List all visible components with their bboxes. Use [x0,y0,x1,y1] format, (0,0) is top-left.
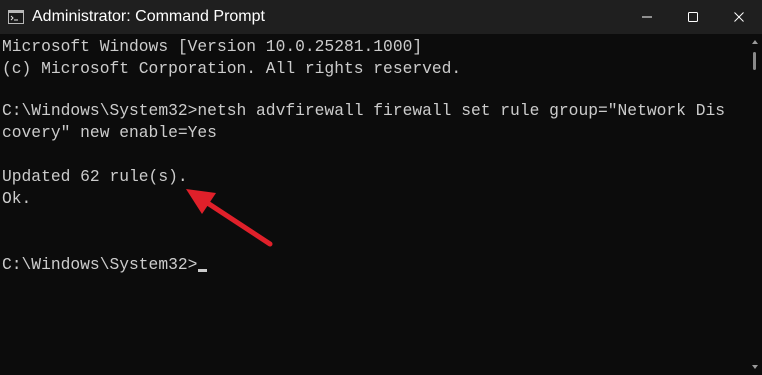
scroll-down-icon[interactable] [748,361,762,373]
window-title: Administrator: Command Prompt [32,8,265,25]
command-prompt-window: Administrator: Command Prompt Microsoft … [0,0,762,375]
command-prompt-icon[interactable] [8,10,24,24]
maximize-button[interactable] [670,0,716,34]
console-line: Ok. [2,189,32,208]
console-line: Microsoft Windows [Version 10.0.25281.10… [2,37,423,56]
scroll-thumb[interactable] [753,52,756,70]
console-output[interactable]: Microsoft Windows [Version 10.0.25281.10… [0,34,748,375]
close-icon [734,12,744,22]
close-button[interactable] [716,0,762,34]
caption-buttons [624,0,762,34]
maximize-icon [688,12,698,22]
console-line: covery" new enable=Yes [2,123,217,142]
vertical-scrollbar[interactable] [748,34,762,375]
minimize-button[interactable] [624,0,670,34]
scroll-up-icon[interactable] [748,36,762,48]
red-arrow-icon [186,189,273,247]
text-cursor [198,269,208,272]
console-line: C:\Windows\System32>netsh advfirewall fi… [2,101,726,120]
prompt-line: C:\Windows\System32> [2,254,208,276]
console-line: Updated 62 rule(s). [2,167,188,186]
minimize-icon [642,16,652,18]
prompt-text: C:\Windows\System32> [2,255,198,274]
console-line: (c) Microsoft Corporation. All rights re… [2,59,462,78]
title-bar[interactable]: Administrator: Command Prompt [0,0,762,34]
